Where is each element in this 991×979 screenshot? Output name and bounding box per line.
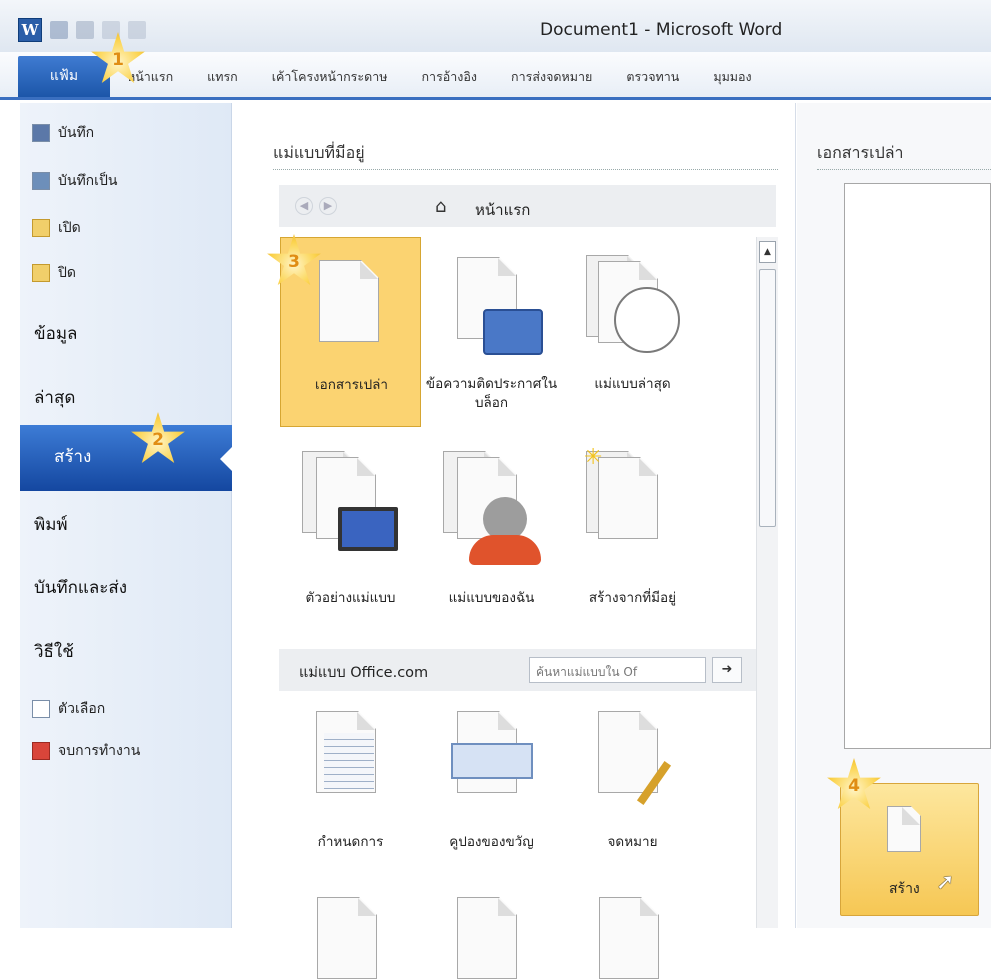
- sidebar-item-close[interactable]: ปิด: [32, 262, 76, 284]
- template-nav-bar: ◀ ▶ ⌂ หน้าแรก: [279, 185, 776, 227]
- document-preview: [844, 183, 991, 749]
- template-label: จดหมาย: [607, 834, 658, 850]
- forward-arrow-icon[interactable]: ▶: [319, 197, 337, 215]
- table-grid-icon: [324, 733, 374, 789]
- preview-pane: เอกสารเปล่า สร้าง ➚: [797, 103, 991, 928]
- tab-page-layout[interactable]: เค้าโครงหน้ากระดาษ: [255, 67, 405, 87]
- template-agenda[interactable]: กำหนดการ: [280, 699, 421, 889]
- tab-insert[interactable]: แทรก: [190, 67, 255, 87]
- scroll-up-icon[interactable]: ▲: [759, 241, 776, 263]
- tab-view[interactable]: มุมมอง: [696, 67, 768, 87]
- sidebar-item-info[interactable]: ข้อมูล: [34, 320, 77, 347]
- template-label: ตัวอย่างแม่แบบ: [305, 590, 396, 606]
- preview-header: เอกสารเปล่า: [817, 143, 904, 162]
- save-as-icon: [32, 172, 50, 190]
- template-my-templates[interactable]: แม่แบบของฉัน: [421, 439, 562, 629]
- title-bar: W Document1 - Microsoft Word: [0, 0, 991, 52]
- user-body-icon: [469, 535, 541, 565]
- sidebar-item-label: จบการทำงาน: [58, 743, 141, 759]
- tab-review[interactable]: ตรวจทาน: [609, 67, 696, 87]
- exit-icon: [32, 742, 50, 760]
- sidebar-item-label: ปิด: [58, 265, 76, 281]
- sidebar-item-exit[interactable]: จบการทำงาน: [32, 740, 140, 762]
- open-folder-icon: [32, 219, 50, 237]
- home-icon[interactable]: ⌂: [435, 196, 446, 217]
- print-preview-icon[interactable]: [128, 21, 146, 39]
- available-templates-header: แม่แบบที่มีอยู่: [273, 143, 365, 162]
- arrow-right-icon: ➜: [721, 662, 733, 677]
- template-letter[interactable]: จดหมาย: [562, 699, 703, 889]
- template-label: แม่แบบล่าสุด: [594, 376, 671, 392]
- template-label: กำหนดการ: [317, 834, 384, 850]
- sidebar-item-label: บันทึกเป็น: [58, 173, 118, 189]
- sidebar-item-save-send[interactable]: บันทึกและส่ง: [34, 574, 127, 601]
- create-button-label: สร้าง: [889, 881, 920, 897]
- blank-document-icon: [319, 260, 379, 342]
- tab-strip: หน้าแรก แทรก เค้าโครงหน้ากระดาษ การอ้างอ…: [110, 56, 769, 97]
- undo-icon[interactable]: [76, 21, 94, 39]
- office-templates-label: แม่แบบ Office.com: [299, 665, 429, 681]
- sidebar-item-help[interactable]: วิธีใช้: [34, 638, 74, 665]
- quick-access-toolbar: W: [18, 18, 146, 42]
- options-icon: [32, 700, 50, 718]
- tab-file[interactable]: แฟ้ม: [18, 56, 110, 97]
- template-label: เอกสารเปล่า: [314, 377, 388, 393]
- divider: [273, 169, 778, 170]
- ribbon-tabs: แฟ้ม หน้าแรก แทรก เค้าโครงหน้ากระดาษ การ…: [0, 52, 991, 100]
- save-icon: [32, 124, 50, 142]
- sidebar-item-options[interactable]: ตัวเลือก: [32, 698, 105, 720]
- coupon-icon: [451, 743, 533, 779]
- sidebar-item-new[interactable]: สร้าง: [20, 425, 232, 491]
- sidebar-item-recent[interactable]: ล่าสุด: [34, 384, 75, 411]
- template-label: สร้างจากที่มีอยู่: [588, 590, 677, 606]
- tab-mailings[interactable]: การส่งจดหมาย: [494, 67, 609, 87]
- sparkle-icon: ✳: [584, 445, 603, 470]
- available-templates-panel: แม่แบบที่มีอยู่ ◀ ▶ ⌂ หน้าแรก เอกสารเปล่…: [233, 103, 796, 979]
- template-label: แม่แบบของฉัน: [448, 590, 535, 606]
- monitor-icon: [338, 507, 398, 551]
- template-search-input[interactable]: ค้นหาแม่แบบใน Of: [529, 657, 706, 683]
- sidebar-item-label: บันทึก: [58, 125, 95, 141]
- tab-references[interactable]: การอ้างอิง: [404, 67, 494, 87]
- create-button[interactable]: สร้าง ➚: [840, 783, 979, 916]
- template-gift-certificate[interactable]: คูปองของขวัญ: [421, 699, 562, 889]
- document-icon: [598, 457, 658, 539]
- nav-breadcrumb[interactable]: หน้าแรก: [475, 198, 530, 222]
- document-icon: [457, 897, 517, 979]
- search-go-button[interactable]: ➜: [712, 657, 742, 683]
- template-blog-post[interactable]: ข้อความติดประกาศในบล็อก: [421, 237, 562, 427]
- speech-bubble-icon: [483, 309, 543, 355]
- new-document-icon: [887, 806, 921, 852]
- template-new-from-existing[interactable]: ✳ สร้างจากที่มีอยู่: [562, 439, 703, 629]
- template-recent[interactable]: แม่แบบล่าสุด: [562, 237, 703, 427]
- document-icon: [599, 897, 659, 979]
- sidebar-item-open[interactable]: เปิด: [32, 217, 81, 239]
- sidebar-item-label: เปิด: [58, 220, 81, 236]
- sidebar-item-print[interactable]: พิมพ์: [34, 511, 68, 538]
- mouse-pointer-icon: ➚: [936, 870, 955, 895]
- sidebar-item-save-as[interactable]: บันทึกเป็น: [32, 170, 117, 192]
- clock-icon: [614, 287, 680, 353]
- template-label: ข้อความติดประกาศในบล็อก: [425, 376, 558, 411]
- sidebar-item-save[interactable]: บันทึก: [32, 122, 94, 144]
- window-title: Document1 - Microsoft Word: [540, 20, 783, 40]
- office-templates-bar: แม่แบบ Office.com ค้นหาแม่แบบใน Of ➜: [279, 649, 776, 691]
- save-icon[interactable]: [50, 21, 68, 39]
- sidebar-item-label: ตัวเลือก: [58, 701, 106, 717]
- template-samples[interactable]: ตัวอย่างแม่แบบ: [280, 439, 421, 629]
- letter-document-icon: [598, 711, 658, 793]
- document-icon: [317, 897, 377, 979]
- template-label: คูปองของขวัญ: [449, 834, 534, 850]
- close-folder-icon: [32, 264, 50, 282]
- templates-scrollbar[interactable]: ▲: [756, 237, 778, 928]
- scrollbar-thumb[interactable]: [759, 269, 776, 527]
- divider: [817, 169, 991, 170]
- back-arrow-icon[interactable]: ◀: [295, 197, 313, 215]
- word-logo-icon: W: [18, 18, 42, 42]
